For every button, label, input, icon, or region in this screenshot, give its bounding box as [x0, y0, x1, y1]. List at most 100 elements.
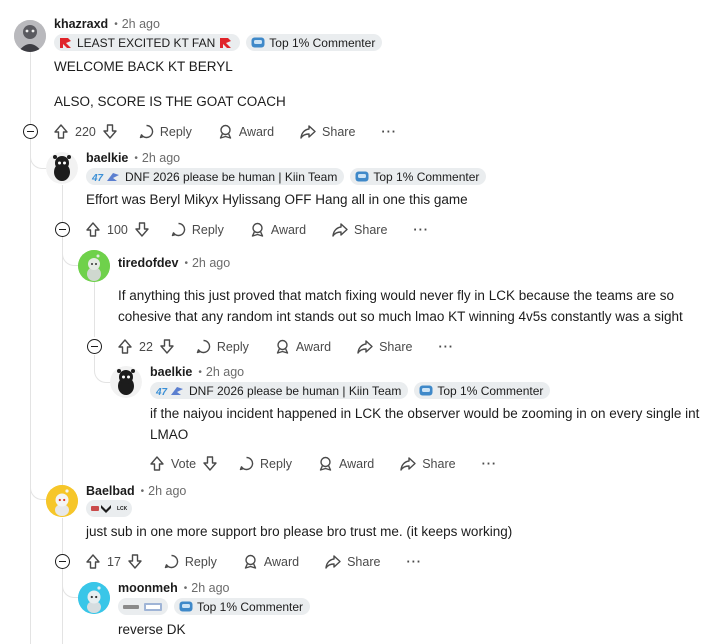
upvote-icon[interactable]	[86, 222, 100, 237]
snoo-avatar-icon	[46, 152, 78, 184]
downvote-icon[interactable]	[203, 456, 217, 471]
timestamp[interactable]: 2h ago	[122, 17, 160, 31]
comment-body-line: cohesive that any random int stands out …	[118, 309, 683, 324]
vote-control: 100	[86, 222, 149, 237]
timestamp[interactable]: 2h ago	[192, 256, 230, 270]
user-flairs: Top 1% Commenter	[118, 598, 311, 615]
timestamp[interactable]: 2h ago	[191, 581, 229, 595]
thread-line-level3[interactable]	[94, 282, 95, 337]
team-logos-icon: 47	[155, 386, 183, 397]
avatar[interactable]	[78, 250, 110, 282]
comment-body-line: LMAO	[150, 427, 189, 442]
award-button[interactable]: Award	[275, 339, 331, 354]
collapse-thread-button[interactable]	[23, 124, 38, 139]
top-commenter-icon	[355, 171, 369, 182]
award-button[interactable]: Award	[250, 222, 306, 237]
vote-score: 22	[139, 339, 153, 354]
share-label: Share	[379, 339, 413, 354]
comment-actions: 100 Reply Award Share ···	[86, 222, 429, 237]
avatar[interactable]	[46, 485, 78, 517]
user-flair: LEAST EXCITED KT FAN	[54, 34, 241, 51]
share-button[interactable]: Share	[400, 457, 456, 471]
upvote-icon[interactable]	[86, 554, 100, 569]
award-icon	[219, 124, 232, 139]
reply-button[interactable]: Reply	[164, 554, 217, 569]
vote-control: Vote	[150, 456, 217, 471]
upvote-icon[interactable]	[150, 456, 164, 471]
username[interactable]: tiredofdev	[118, 256, 178, 270]
share-button[interactable]: Share	[357, 340, 412, 354]
comment-meta: Baelbad • 2h ago	[86, 484, 186, 498]
collapse-thread-button[interactable]	[87, 339, 102, 354]
award-label: Award	[238, 124, 275, 139]
avatar[interactable]	[78, 582, 110, 614]
downvote-icon[interactable]	[103, 124, 117, 139]
svg-text:47: 47	[91, 173, 104, 183]
downvote-icon[interactable]	[160, 339, 174, 354]
flair-text: DNF 2026 please be human | Kiin Team	[125, 169, 338, 184]
svg-text:47: 47	[155, 387, 168, 397]
reply-button[interactable]: Reply	[196, 339, 249, 354]
award-button[interactable]: Award	[243, 554, 299, 569]
timestamp[interactable]: 2h ago	[148, 484, 186, 498]
comment-meta: tiredofdev • 2h ago	[118, 256, 230, 270]
thread-elbow	[30, 474, 48, 500]
share-icon	[357, 339, 373, 354]
user-flairs: 47 DNF 2026 please be human | Kiin Team …	[86, 168, 487, 185]
more-options-button[interactable]: ···	[413, 223, 429, 237]
avatar[interactable]	[14, 20, 46, 52]
award-icon	[276, 339, 289, 354]
user-flairs: LCK	[86, 500, 133, 517]
flair-text: LCK	[117, 505, 128, 512]
comment-body-line: reverse DK	[118, 622, 186, 637]
snoo-avatar-icon	[78, 582, 110, 614]
award-icon	[251, 222, 264, 237]
user-flairs: 47 DNF 2026 please be human | Kiin Team …	[150, 382, 551, 399]
user-flair: 47 DNF 2026 please be human | Kiin Team	[86, 168, 345, 185]
flair-text: LEAST EXCITED KT FAN	[77, 35, 216, 50]
avatar-image	[14, 20, 46, 52]
kt-logo-icon	[220, 37, 232, 48]
separator-dot: •	[183, 582, 188, 594]
timestamp[interactable]: 2h ago	[142, 151, 180, 165]
timestamp[interactable]: 2h ago	[206, 365, 244, 379]
share-button[interactable]: Share	[325, 555, 380, 569]
share-button[interactable]: Share	[332, 223, 387, 237]
downvote-icon[interactable]	[135, 222, 149, 237]
award-button[interactable]: Award	[218, 124, 274, 139]
reply-button[interactable]: Reply	[139, 124, 192, 139]
username[interactable]: khazraxd	[54, 17, 108, 31]
avatar[interactable]	[110, 366, 142, 398]
upvote-icon[interactable]	[118, 339, 132, 354]
flair-text: Top 1% Commenter	[269, 35, 376, 50]
share-label: Share	[354, 222, 388, 237]
username[interactable]: moonmeh	[118, 581, 178, 595]
collapse-thread-button[interactable]	[55, 222, 70, 237]
username[interactable]: Baelbad	[86, 484, 135, 498]
username[interactable]: baelkie	[86, 151, 128, 165]
more-options-button[interactable]: ···	[406, 555, 422, 569]
share-button[interactable]: Share	[300, 125, 355, 139]
reply-button[interactable]: Reply	[239, 456, 292, 471]
lck-logo-icon	[91, 504, 111, 513]
more-options-button[interactable]: ···	[381, 125, 397, 139]
reply-icon	[171, 222, 186, 237]
comment-body-line: if the naiyou incident happened in LCK t…	[150, 406, 700, 421]
reply-icon	[196, 339, 211, 354]
downvote-icon[interactable]	[128, 554, 142, 569]
upvote-icon[interactable]	[54, 124, 68, 139]
reply-button[interactable]: Reply	[171, 222, 224, 237]
award-label: Award	[339, 456, 375, 471]
flair-text: Top 1% Commenter	[197, 599, 304, 614]
avatar[interactable]	[46, 152, 78, 184]
award-label: Award	[295, 339, 332, 354]
vote-score: 17	[107, 554, 121, 569]
more-options-button[interactable]: ···	[438, 340, 454, 354]
more-options-button[interactable]: ···	[482, 457, 498, 471]
username[interactable]: baelkie	[150, 365, 192, 379]
award-icon	[319, 456, 332, 471]
collapse-thread-button[interactable]	[55, 554, 70, 569]
award-button[interactable]: Award	[318, 456, 374, 471]
comment-body-line: just sub in one more support bro please …	[86, 524, 513, 539]
comment-actions: 220 Reply Award Share ···	[54, 124, 397, 139]
